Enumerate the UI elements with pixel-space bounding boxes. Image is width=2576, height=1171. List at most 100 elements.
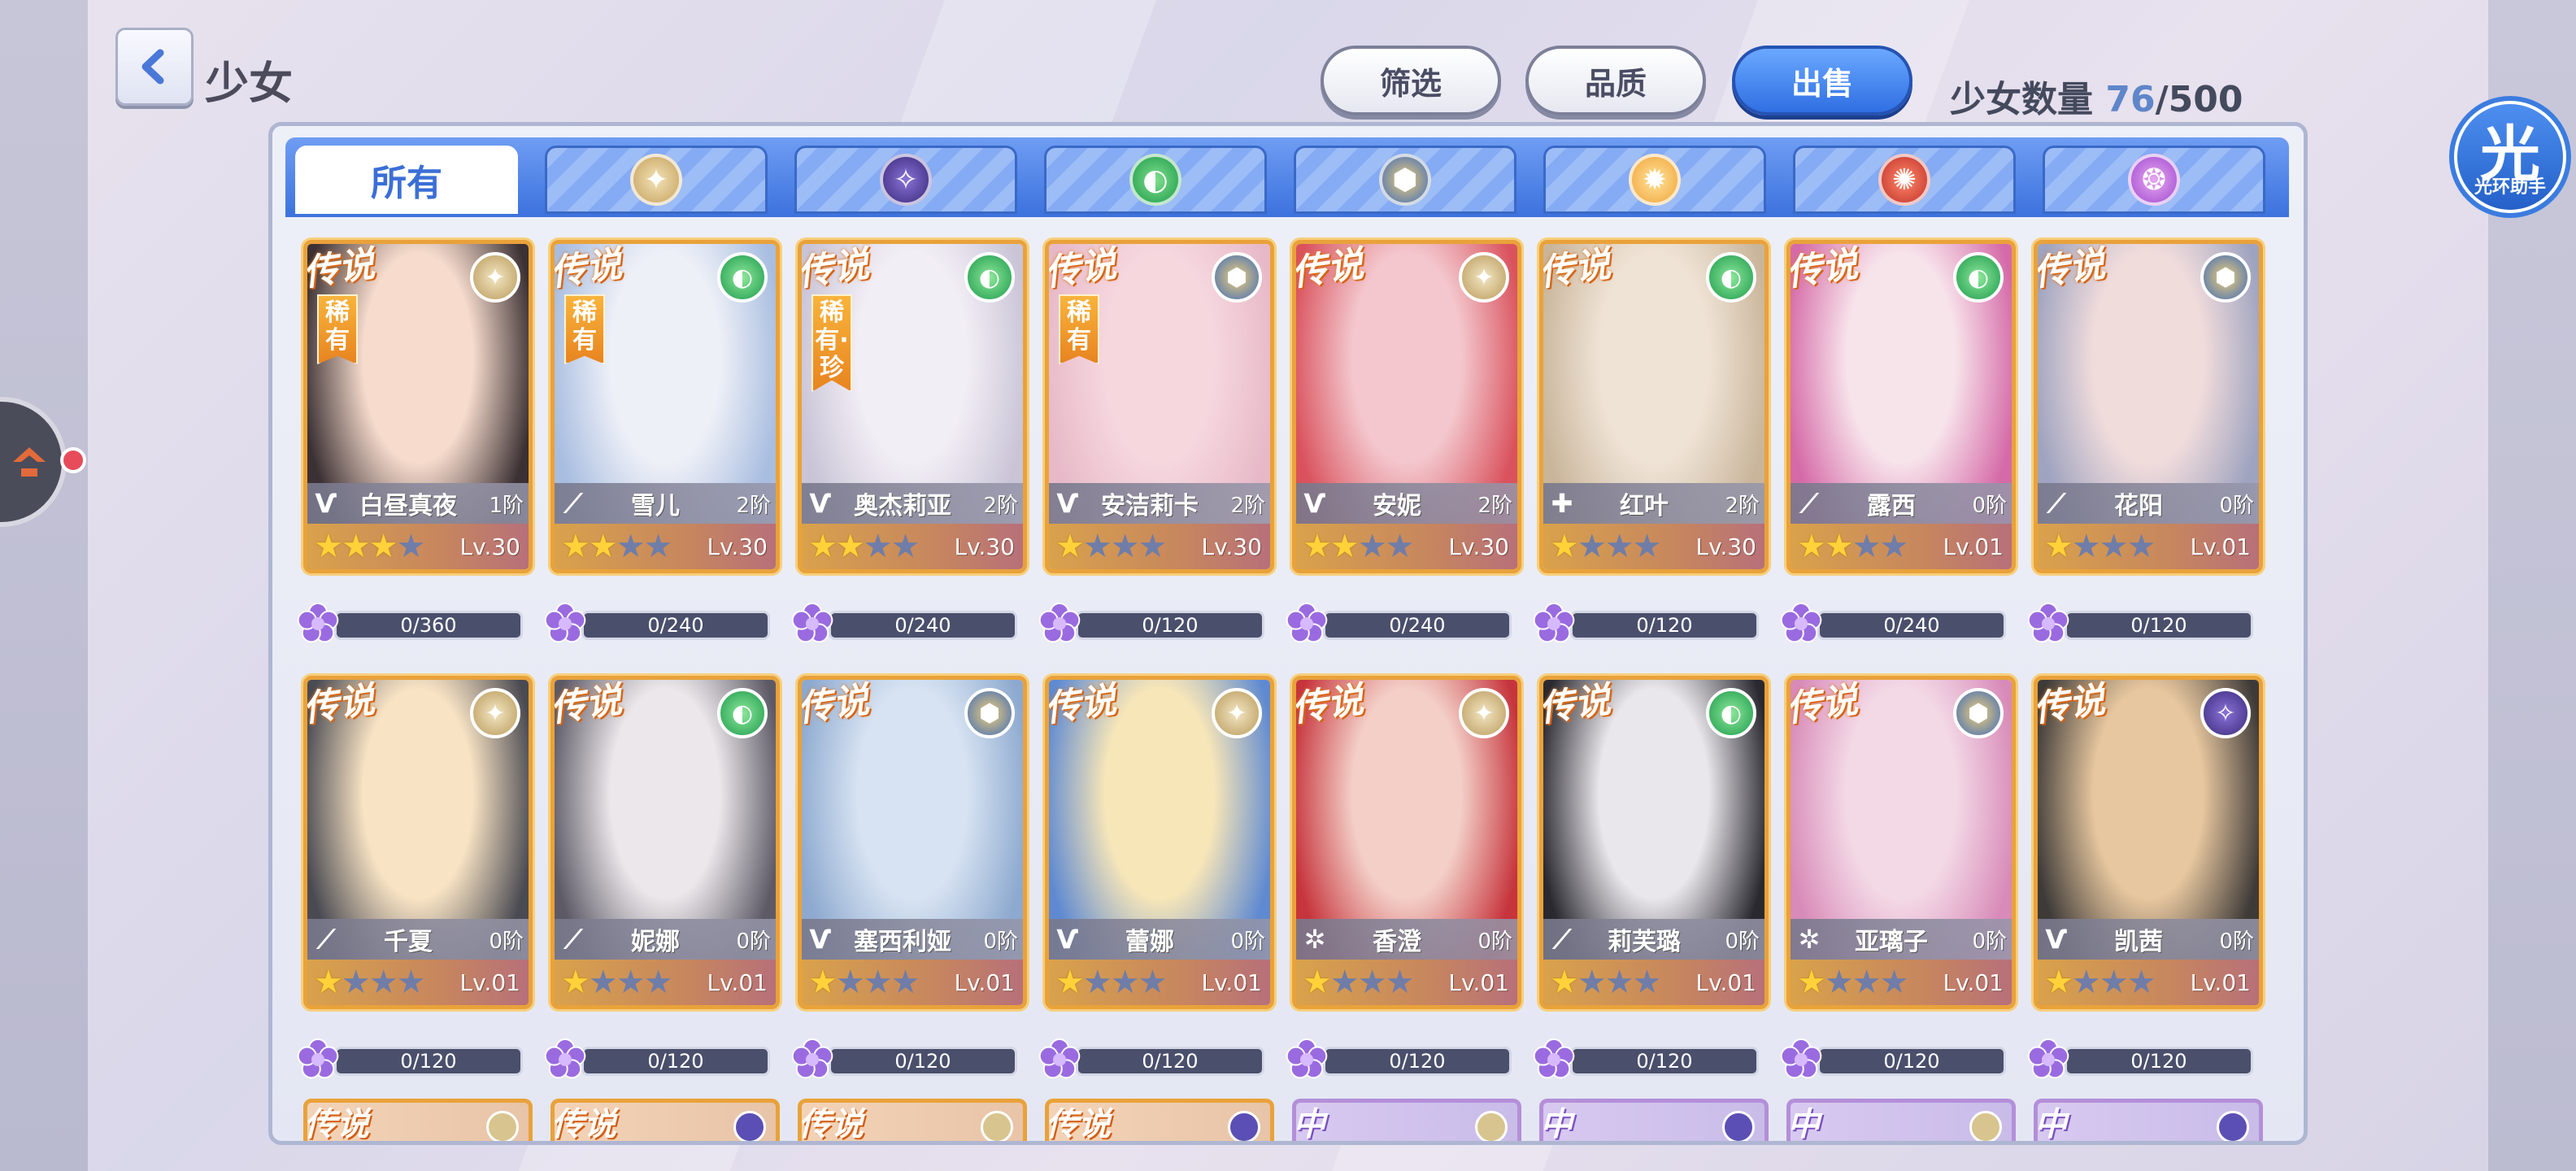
character-portrait[interactable]: 传说 ✦ ⟋ 千夏 0阶 ★ ★ ★ ★ Lv.01 [303, 676, 533, 1009]
character-portrait[interactable]: 传说 ⬢ ⟋ 花阳 0阶 ★ ★ ★ ★ Lv.01 [2034, 240, 2263, 573]
character-name: 塞西利娅 [854, 928, 951, 956]
tab-all[interactable]: 所有 [295, 146, 518, 214]
character-card-partial[interactable]: 传说 [1045, 1099, 1274, 1141]
character-name: 亚璃子 [1855, 928, 1928, 956]
character-portrait[interactable]: 传说 ✦ Ѵ 安妮 2阶 ★ ★ ★ ★ Lv.30 [1292, 240, 1521, 573]
star-icon: ★ [396, 528, 426, 565]
star-icon: ★ [890, 528, 920, 565]
wind-element-icon: ◐ [717, 688, 768, 738]
character-portrait[interactable]: 传说 ✦ Ѵ 蕾娜 0阶 ★ ★ ★ ★ Lv.01 [1045, 676, 1274, 1009]
flower-exp-icon [1286, 1038, 1328, 1079]
character-rank: 0阶 [736, 929, 771, 954]
name-bar: Ѵ 蕾娜 0阶 [1049, 919, 1270, 960]
quality-button[interactable]: 品质 [1525, 46, 1706, 115]
character-level: Lv.01 [459, 969, 520, 996]
character-count: 少女数量 76/500 [1950, 70, 2243, 122]
character-rank: 2阶 [1477, 493, 1512, 518]
character-level: Lv.01 [2190, 969, 2251, 996]
character-name: 凯茜 [2114, 928, 2163, 956]
aura-helper-button[interactable]: 光 光环助手 [2449, 96, 2571, 218]
exp-text: 0/240 [1389, 614, 1446, 637]
name-bar: ✲ 亚璃子 0阶 [1791, 919, 2012, 960]
star-icon: ★ [863, 528, 893, 565]
filter-button[interactable]: 筛选 [1321, 46, 1501, 115]
star-icon: ★ [368, 964, 398, 1001]
legend-rarity-mark: 传说 [303, 243, 377, 294]
character-card-partial[interactable]: 中 [2034, 1099, 2263, 1141]
count-label: 少女数量 [1950, 79, 2093, 120]
character-rank: 0阶 [983, 929, 1018, 954]
character-card-partial[interactable]: 中 [1539, 1099, 1769, 1141]
star-icon: ★ [1577, 528, 1607, 565]
star-icon: ★ [890, 964, 920, 1001]
character-portrait[interactable]: 传说 稀有 ⬢ Ѵ 安洁莉卡 2阶 ★ ★ ★ ★ Lv.30 [1045, 240, 1274, 573]
name-bar: Ѵ 塞西利娅 0阶 [802, 919, 1023, 960]
legend-rarity-mark: 传说 [1786, 243, 1860, 294]
character-card-partial[interactable]: 传说 [303, 1099, 533, 1141]
character-portrait[interactable]: 传说 ⬢ Ѵ 塞西利娅 0阶 ★ ★ ★ ★ Lv.01 [798, 676, 1027, 1009]
tab-dark[interactable]: ✧ [794, 146, 1017, 214]
star-icon: ★ [2071, 528, 2101, 565]
star-icon: ★ [1604, 964, 1634, 1001]
character-rank: 0阶 [1972, 929, 2007, 954]
tab-wind[interactable]: ◐ [1044, 146, 1267, 214]
legend-rarity-mark: 传说 [2034, 243, 2108, 294]
star-icon: ★ [643, 964, 673, 1001]
exp-text: 0/120 [1142, 1050, 1199, 1073]
flower-exp-icon [297, 1038, 339, 1079]
tab-sun[interactable]: ✹ [1543, 146, 1766, 214]
star-icon: ★ [1632, 528, 1662, 565]
character-portrait[interactable]: 传说 ✧ Ѵ 凯茜 0阶 ★ ★ ★ ★ Lv.01 [2034, 676, 2263, 1009]
star-icon: ★ [1550, 964, 1579, 1001]
sell-button[interactable]: 出售 [1732, 46, 1912, 115]
character-portrait[interactable]: 传说 稀有 ◐ ⟋ 雪儿 2阶 ★ ★ ★ ★ Lv.30 [550, 240, 780, 573]
character-level: Lv.30 [1448, 533, 1509, 560]
character-portrait[interactable]: 传说 稀有 ✦ Ѵ 白昼真夜 1阶 ★ ★ ★ ★ Lv.30 [303, 240, 533, 573]
character-name: 千夏 [384, 928, 433, 956]
star-icon: ★ [2044, 964, 2073, 1001]
star-icon: ★ [1082, 528, 1112, 565]
exp-text: 0/240 [1883, 614, 1940, 637]
flower-exp-icon [544, 603, 586, 643]
character-rank: 0阶 [1230, 929, 1265, 954]
character-card-partial[interactable]: 中 [1786, 1099, 2016, 1141]
back-button[interactable] [115, 28, 194, 106]
flower-exp-icon [1038, 1038, 1081, 1079]
element-icon [733, 1111, 766, 1141]
character-portrait[interactable]: 传说 ◐ ⟋ 露西 0阶 ★ ★ ★ ★ Lv.01 [1786, 240, 2016, 573]
star-icon: ★ [835, 964, 865, 1001]
star-icon: ★ [1852, 964, 1882, 1001]
name-bar: ⟋ 千夏 0阶 [307, 919, 529, 960]
tab-fire[interactable]: ✺ [1793, 146, 2016, 214]
rarity-mark: 传说 [798, 1106, 864, 1143]
character-portrait[interactable]: 传说 ⬢ ✲ 亚璃子 0阶 ★ ★ ★ ★ Lv.01 [1786, 676, 2016, 1009]
tab-light[interactable]: ✦ [545, 146, 768, 214]
character-level: Lv.01 [1943, 969, 2004, 996]
star-icon: ★ [1550, 528, 1579, 565]
character-card-partial[interactable]: 传说 [798, 1099, 1027, 1143]
star-bar: ★ ★ ★ ★ Lv.01 [1296, 960, 1517, 1005]
character-name: 雪儿 [631, 492, 680, 520]
character-portrait[interactable]: 传说 ◐ ⟋ 莉芙璐 0阶 ★ ★ ★ ★ Lv.01 [1539, 676, 1769, 1009]
star-bar: ★ ★ ★ ★ Lv.30 [802, 524, 1023, 569]
light-element-icon: ✦ [1459, 688, 1509, 738]
tab-arcane[interactable]: ❂ [2043, 146, 2265, 214]
earth-element-icon: ⬢ [1379, 154, 1431, 206]
name-bar: ⟋ 妮娜 0阶 [555, 919, 776, 960]
wind-element-icon: ◐ [1706, 252, 1756, 303]
tab-earth[interactable]: ⬢ [1294, 146, 1516, 214]
element-icon [2217, 1111, 2249, 1141]
dark-element-icon: ✧ [2200, 688, 2251, 738]
exp-track: 0/120 [581, 1047, 770, 1076]
element-icon [486, 1111, 519, 1141]
character-portrait[interactable]: 传说 ✦ ✲ 香澄 0阶 ★ ★ ★ ★ Lv.01 [1292, 676, 1521, 1009]
character-rank: 1阶 [489, 493, 524, 518]
exp-track: 0/120 [1570, 1047, 1759, 1076]
character-card-partial[interactable]: 中 [1292, 1099, 1521, 1141]
character-portrait[interactable]: 传说 稀有·珍 ◐ Ѵ 奥杰莉亚 2阶 ★ ★ ★ ★ Lv.30 [798, 240, 1027, 573]
feather-icon: ⟋ [564, 923, 583, 955]
character-portrait[interactable]: 传说 ◐ ⟋ 妮娜 0阶 ★ ★ ★ ★ Lv.01 [550, 676, 780, 1009]
character-card-partial[interactable]: 传说 [550, 1099, 780, 1141]
name-bar: Ѵ 安洁莉卡 2阶 [1049, 483, 1270, 524]
character-portrait[interactable]: 传说 ◐ ✚ 红叶 2阶 ★ ★ ★ ★ Lv.30 [1539, 240, 1769, 573]
